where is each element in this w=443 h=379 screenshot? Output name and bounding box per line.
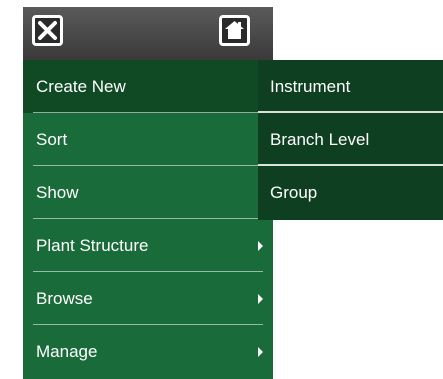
submenu-item-instrument[interactable]: Instrument [258, 60, 443, 113]
menu-item-browse[interactable]: Browse [23, 272, 273, 325]
close-button[interactable] [32, 15, 63, 46]
submenu-item-group[interactable]: Group [258, 166, 443, 219]
submenu-item-label: Branch Level [270, 129, 370, 149]
menu-item-label: Plant Structure [36, 235, 149, 255]
chevron-right-icon [258, 293, 263, 304]
menu-item-label: Browse [36, 288, 93, 308]
close-icon [38, 21, 57, 40]
menu-item-show[interactable]: Show [23, 166, 273, 219]
menu-item-plant-structure[interactable]: Plant Structure [23, 219, 273, 272]
menu-item-label: Create New [36, 76, 126, 96]
submenu-item-branch-level[interactable]: Branch Level [258, 113, 443, 166]
home-button[interactable] [219, 15, 250, 46]
main-menu: Create New Sort Show Plant Structure Bro… [23, 7, 273, 379]
home-icon [225, 21, 244, 39]
menu-item-label: Sort [36, 129, 68, 149]
submenu-item-label: Group [270, 182, 318, 202]
chevron-right-icon [258, 346, 263, 357]
chevron-right-icon [258, 240, 263, 251]
create-new-submenu: Instrument Branch Level Group [258, 60, 443, 220]
menu-toolbar [23, 7, 273, 60]
submenu-item-label: Instrument [270, 76, 351, 96]
menu-item-label: Manage [36, 341, 98, 361]
menu-item-manage[interactable]: Manage [23, 325, 273, 378]
menu-item-create-new[interactable]: Create New [23, 60, 273, 113]
menu-item-label: Show [36, 182, 79, 202]
menu-item-sort[interactable]: Sort [23, 113, 273, 166]
